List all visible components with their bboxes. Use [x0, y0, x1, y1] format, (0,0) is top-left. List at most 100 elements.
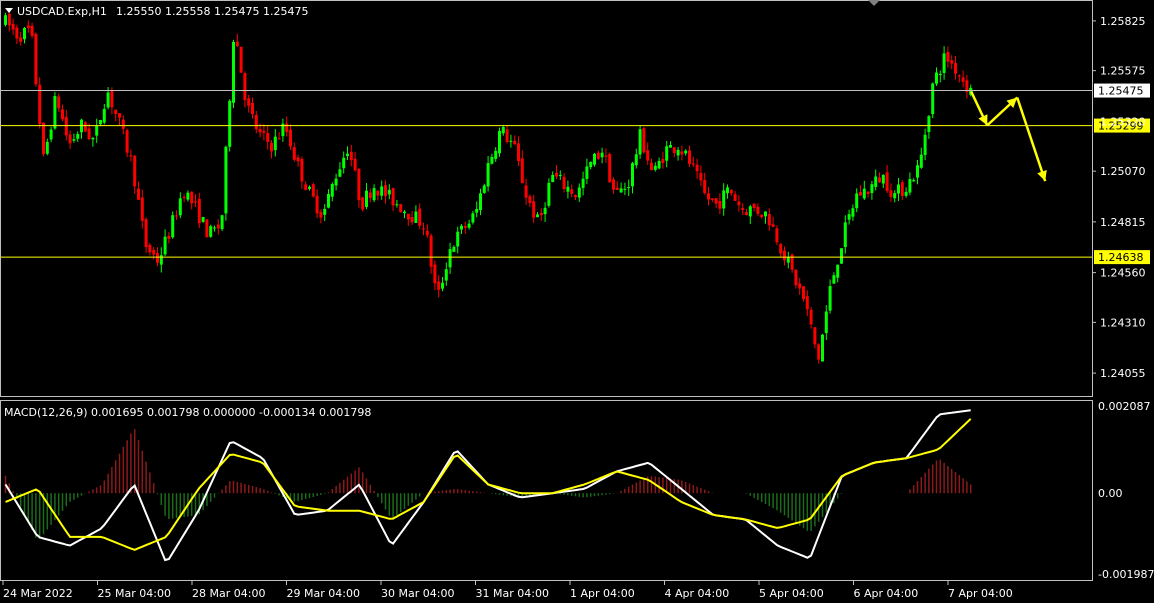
time-tick-label: 4 Apr 04:00 — [665, 587, 730, 600]
candle — [7, 13, 11, 26]
candle — [501, 127, 505, 134]
candle — [520, 158, 524, 184]
candle — [444, 269, 448, 281]
candle — [612, 179, 615, 190]
candle — [878, 177, 881, 183]
candle — [171, 215, 175, 238]
candle — [106, 92, 110, 108]
chart-window[interactable]: 1.254751.252991.24638 1.258251.255751.25… — [0, 0, 1154, 603]
candle — [840, 248, 843, 264]
candle — [745, 212, 748, 216]
candle — [665, 146, 669, 161]
candle — [26, 25, 30, 29]
candle — [699, 172, 703, 181]
candle — [380, 186, 384, 196]
candle — [650, 162, 653, 171]
candle — [395, 204, 399, 206]
symbol-info: USDCAD.Exp,H1 — [17, 5, 107, 18]
candle — [391, 188, 395, 206]
candle — [53, 96, 57, 129]
candle — [289, 129, 292, 147]
candle — [881, 174, 885, 184]
candle — [76, 134, 80, 139]
candle — [543, 207, 547, 215]
macd-label: MACD(12,26,9) 0.001695 0.001798 0.000000… — [4, 406, 371, 419]
price-tick-label: 1.24055 — [1100, 367, 1146, 380]
candle — [110, 90, 114, 108]
candle — [661, 158, 665, 163]
candle — [786, 257, 790, 263]
candle — [528, 196, 532, 203]
candle — [254, 114, 258, 130]
candle — [779, 244, 783, 254]
candle — [737, 201, 741, 206]
candle — [228, 100, 232, 147]
candle — [140, 197, 144, 221]
candle — [809, 309, 813, 325]
candle — [718, 200, 722, 209]
candle — [224, 146, 228, 214]
candle — [722, 190, 726, 209]
candle — [942, 53, 946, 73]
candle — [494, 150, 498, 159]
candle — [957, 75, 961, 77]
candle — [308, 186, 311, 189]
candle — [57, 96, 61, 109]
candle — [832, 275, 836, 284]
candle — [619, 188, 623, 193]
candle — [805, 296, 809, 310]
candle — [15, 27, 19, 39]
candle — [72, 139, 76, 141]
candle — [585, 166, 589, 179]
candle — [209, 226, 213, 237]
candle — [889, 190, 893, 197]
candle — [938, 73, 942, 76]
candle — [456, 231, 460, 247]
time-tick-label: 6 Apr 04:00 — [854, 587, 919, 600]
candle — [258, 128, 262, 133]
candle — [539, 212, 543, 216]
candle — [866, 191, 870, 195]
candle — [794, 270, 798, 286]
candle — [851, 208, 855, 217]
candle — [954, 63, 957, 74]
candle — [102, 108, 106, 123]
candle — [536, 214, 539, 218]
candle — [273, 136, 277, 151]
candle — [30, 25, 34, 36]
candle — [190, 191, 194, 204]
candle — [638, 129, 642, 155]
candle — [593, 153, 596, 165]
candle — [429, 235, 433, 267]
candle — [623, 188, 627, 190]
candle — [357, 168, 361, 201]
candle — [756, 206, 760, 214]
time-tick-label: 30 Mar 04:00 — [381, 587, 454, 600]
candle — [330, 183, 334, 197]
time-tick-label: 5 Apr 04:00 — [759, 587, 824, 600]
candle — [197, 198, 201, 224]
candle — [319, 211, 323, 218]
candle — [627, 187, 631, 189]
candle — [19, 37, 23, 42]
candle — [262, 130, 266, 133]
candle — [923, 134, 927, 155]
candle — [836, 264, 840, 278]
candle — [475, 209, 479, 213]
candle — [368, 192, 372, 199]
time-tick-label: 28 Mar 04:00 — [192, 587, 265, 600]
candle — [566, 186, 570, 192]
candle — [570, 189, 574, 194]
candle — [232, 41, 235, 103]
candle — [695, 164, 699, 172]
candle — [672, 147, 676, 154]
candle — [372, 188, 376, 201]
macd-tick-label: 0.002087 — [1098, 400, 1151, 413]
candle — [133, 155, 137, 187]
candle — [676, 149, 680, 156]
candle — [144, 219, 148, 248]
candle — [847, 214, 851, 220]
macd-tick-label: 0.00 — [1098, 487, 1123, 500]
candle — [729, 189, 733, 194]
candle — [42, 122, 45, 155]
